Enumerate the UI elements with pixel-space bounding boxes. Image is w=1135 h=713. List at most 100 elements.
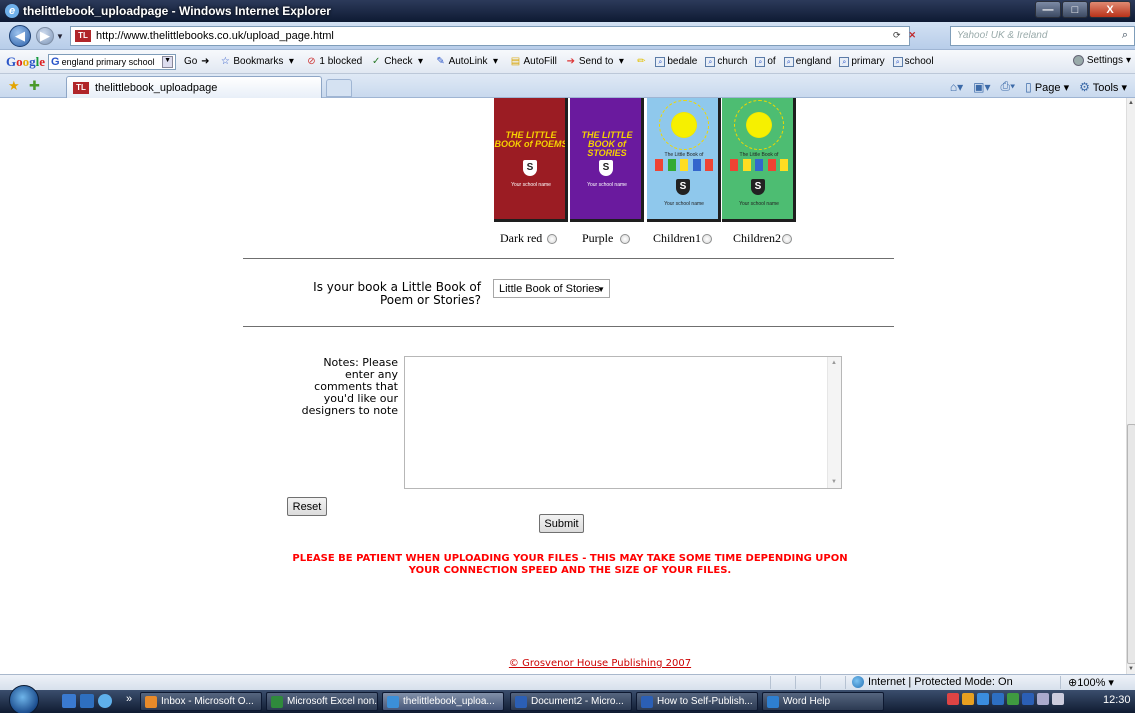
google-search-value: england primary school [61,56,155,67]
search-term-of[interactable]: ⌕ of [755,56,776,67]
book-type-selected: Little Book of Stories [499,282,600,295]
excel-icon [271,695,283,708]
scroll-up-icon[interactable]: ▲ [1128,100,1134,106]
search-term-bedale[interactable]: ⌕ bedale [655,56,697,67]
internet-explorer-icon[interactable] [98,694,112,708]
home-icon[interactable]: ⌂▾ [950,80,963,94]
scrollbar-thumb[interactable] [1127,424,1135,664]
textarea-scrollbar[interactable]: ▲ ▼ [827,357,841,488]
cover-title: THE LITTLE BOOK of STORIES [581,130,633,158]
page-scrollbar[interactable]: ▲ ▼ [1126,98,1135,674]
taskbar-item-word-help[interactable]: Word Help [762,692,884,711]
search-term-primary[interactable]: ⌕ primary [839,56,885,67]
quick-launch-more-icon[interactable]: » [126,693,132,705]
reset-button[interactable]: Reset [287,497,327,516]
star-icon: ☆ [220,55,230,67]
cover-dark-red: THE LITTLE BOOK of POEMS S Your school n… [494,98,568,222]
autofill-button[interactable]: ▤ AutoFill [509,56,557,68]
internet-explorer-icon: e [5,4,19,18]
new-tab-button[interactable] [326,79,352,97]
school-shield-icon: S [751,179,765,195]
cover-title: The Little Book of [664,152,704,158]
tools-menu[interactable]: ⚙ Tools ▾ [1079,80,1127,94]
tray-icon[interactable] [1007,693,1019,705]
scroll-down-icon[interactable]: ▼ [1128,666,1134,672]
cover-school-name: Your school name [739,201,779,207]
taskbar-item-word-self-publish[interactable]: How to Self-Publish... [636,692,758,711]
maximize-button[interactable]: □ [1062,1,1088,18]
taskbar-item-word-document2[interactable]: Document2 - Micro... [510,692,632,711]
magnifier-icon: ⌕ [892,56,903,67]
cover-radio-children2[interactable] [782,234,792,244]
stop-icon[interactable]: ✕ [909,30,917,41]
settings-button[interactable]: Settings ▾ [1072,55,1131,66]
tab-uploadpage[interactable]: TL thelittlebook_uploadpage [66,76,322,98]
chevron-down-icon[interactable]: ▼ [162,55,174,68]
tray-icon[interactable] [962,693,974,705]
word-icon [641,695,653,708]
start-button[interactable] [9,685,39,713]
cover-radio-dark-red[interactable] [547,234,557,244]
spell-check-button[interactable]: ✓ Check ▾ [370,56,426,68]
zoom-control[interactable]: ⊕100% ▾ [1068,676,1114,689]
forward-button[interactable]: ▶ [36,27,54,45]
add-favorite-icon[interactable]: ✚ [29,78,40,94]
cover-radio-purple[interactable] [620,234,630,244]
network-icon[interactable] [1037,693,1049,705]
show-desktop-icon[interactable] [62,694,76,708]
cover-radio-children1[interactable] [702,234,712,244]
system-tray [947,693,1064,705]
taskbar-item-outlook[interactable]: Inbox - Microsoft O... [140,692,262,711]
cover-purple: THE LITTLE BOOK of STORIES S Your school… [570,98,644,222]
tray-icon[interactable] [992,693,1004,705]
gear-icon [1072,55,1084,66]
send-to-button[interactable]: ➔ Send to ▾ [565,56,627,68]
back-button[interactable]: ◀ [9,25,31,47]
close-button[interactable]: X [1089,1,1131,18]
search-term-england[interactable]: ⌕ england [783,56,831,67]
submit-button[interactable]: Submit [539,514,584,533]
check-icon: ✓ [372,55,381,67]
school-shield-icon: S [599,160,613,176]
volume-icon[interactable] [1052,693,1064,705]
search-term-church[interactable]: ⌕ church [705,56,747,67]
school-shield-icon: S [523,160,537,176]
url-field[interactable]: TL http://www.thelittlebooks.co.uk/uploa… [70,26,910,46]
refresh-icon[interactable]: ⟳ [893,30,901,41]
footer-copyright-link[interactable]: © Grosvenor House Publishing 2007 [500,658,700,669]
tray-icon[interactable] [977,693,989,705]
print-icon[interactable]: ⎙▾ [1001,79,1016,94]
divider [243,326,894,327]
highlight-button[interactable]: ✏ [635,56,647,68]
taskbar-item-excel[interactable]: Microsoft Excel non... [266,692,378,711]
tray-icon[interactable] [1022,693,1034,705]
security-zone[interactable]: Internet | Protected Mode: On [852,676,1013,688]
autolink-button[interactable]: ✎ AutoLink ▾ [435,56,502,68]
go-button[interactable]: Go ➜ [184,56,211,68]
cover-label-dark-red: Dark red [500,231,543,245]
search-term-school[interactable]: ⌕ school [892,56,934,67]
site-favicon-icon: TL [73,81,89,94]
book-type-question: Is your book a Little Book of Poem or St… [313,280,481,307]
switch-windows-icon[interactable] [80,694,94,708]
feeds-icon[interactable]: ▣▾ [973,80,990,94]
search-box[interactable]: Yahoo! UK & Ireland ⌕ [950,26,1135,46]
google-search-input[interactable]: G england primary school ▼ [48,53,177,70]
taskbar-item-ie[interactable]: thelittlebook_uploa... [382,692,504,711]
scroll-up-icon: ▲ [831,360,837,366]
bookmarks-button[interactable]: ☆ Bookmarks ▾ [219,56,297,68]
minimize-button[interactable]: — [1035,1,1061,18]
cover-title: THE LITTLE BOOK of POEMS [494,130,568,149]
divider [243,258,894,259]
notes-textarea[interactable]: ▲ ▼ [404,356,842,489]
favorites-star-icon[interactable]: ★ [8,78,20,94]
popup-blocker-button[interactable]: ⊘ 1 blocked [305,56,362,68]
cover-label-children2: Children2 [733,231,781,245]
address-bar: ◀ ▶ ▼ TL http://www.thelittlebooks.co.uk… [0,22,1135,50]
taskbar-clock[interactable]: 12:30 [1103,694,1131,706]
page-menu[interactable]: ▯ Page ▾ [1025,80,1069,94]
recent-pages-dropdown[interactable]: ▼ [56,32,64,41]
tray-icon[interactable] [947,693,959,705]
book-type-select[interactable]: Little Book of Stories ▼ [493,279,610,298]
search-icon[interactable]: ⌕ [1122,29,1128,42]
